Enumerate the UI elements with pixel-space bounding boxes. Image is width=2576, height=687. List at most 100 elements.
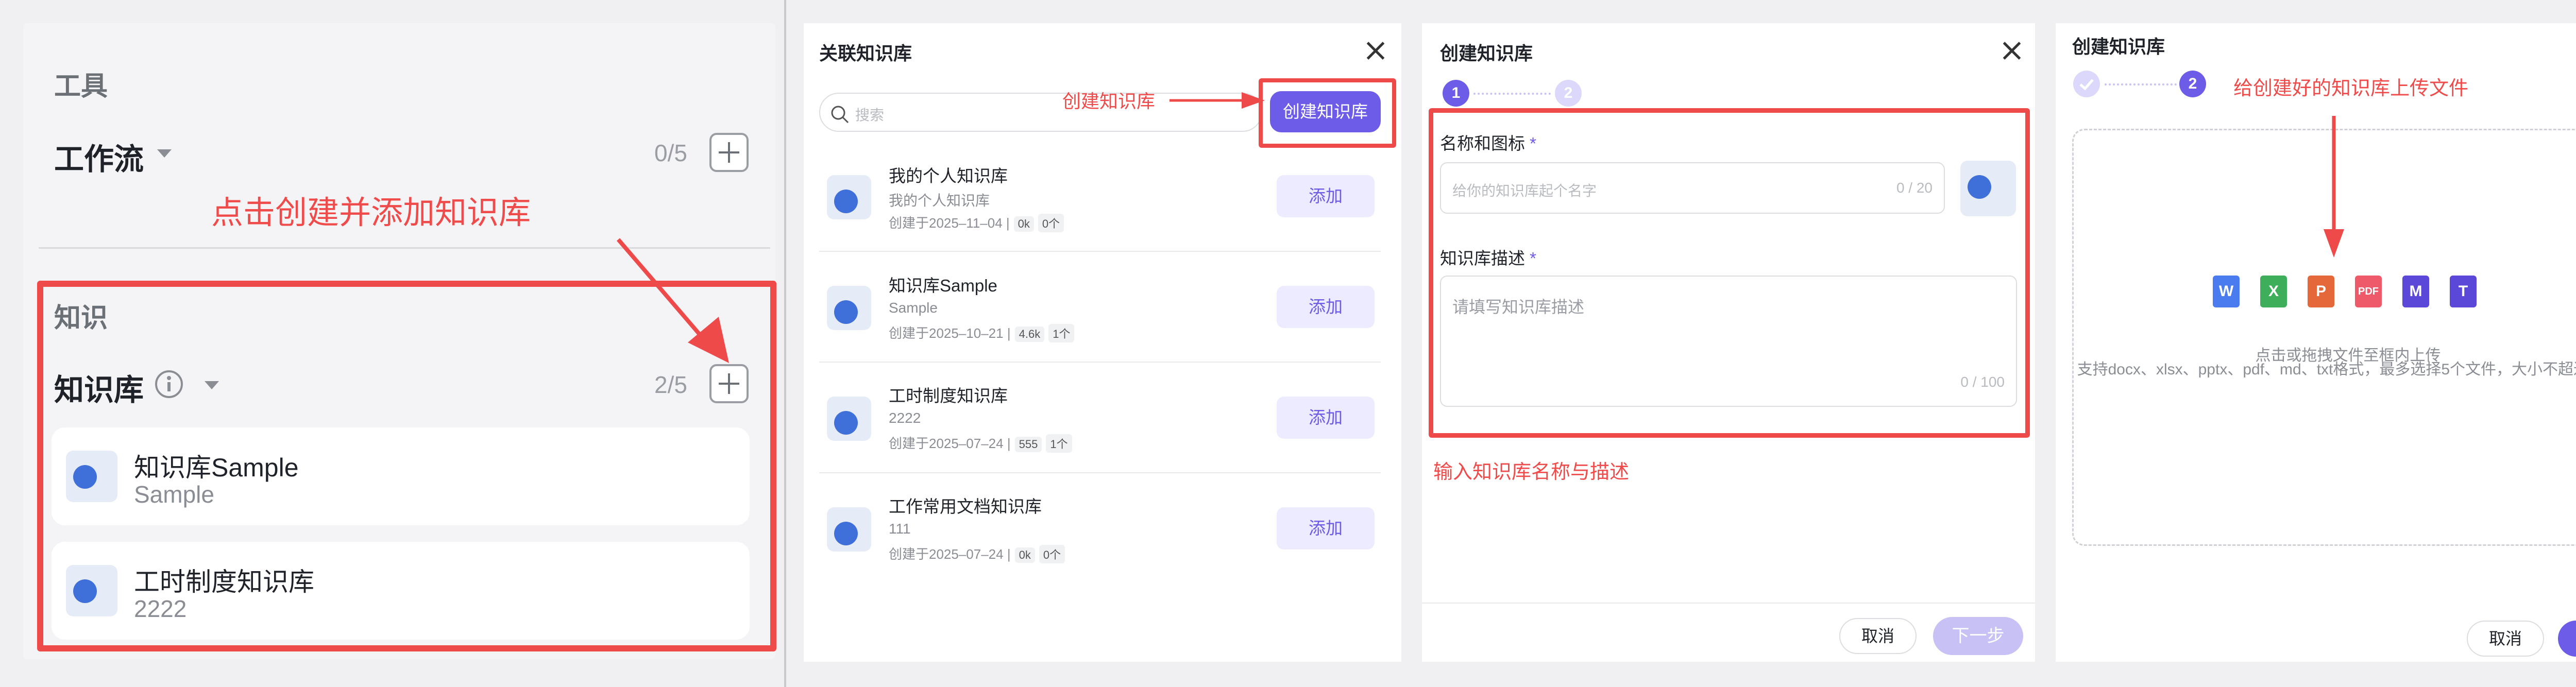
name-input[interactable]: 给你的知识库起个名字 0 / 20 bbox=[1440, 162, 1945, 214]
knowledge-caret-icon[interactable] bbox=[205, 381, 219, 389]
item-desc: 111 bbox=[889, 521, 911, 537]
step-2-indicator: 2 bbox=[1555, 80, 1582, 107]
database-icon bbox=[66, 451, 117, 502]
footer-divider bbox=[1422, 603, 2035, 604]
search-icon bbox=[831, 106, 849, 124]
name-label-text: 名称和图标 bbox=[1440, 134, 1525, 153]
required-mark: * bbox=[1530, 249, 1537, 268]
workflow-count: 0/5 bbox=[654, 140, 687, 166]
desc-placeholder: 请填写知识库描述 bbox=[1452, 298, 1585, 316]
file-icon-letter: PDF bbox=[2358, 286, 2379, 297]
item-tag-count: 1个 bbox=[1048, 324, 1075, 342]
add-button[interactable]: 添加 bbox=[1277, 397, 1375, 439]
item-tag-size: 0k bbox=[1013, 216, 1034, 232]
workflow-caret-icon[interactable] bbox=[157, 149, 172, 158]
kb-card-sub: Sample bbox=[134, 481, 214, 508]
item-meta: 创建于2025–10–21 | 4.6k 1个 bbox=[889, 323, 1075, 342]
name-placeholder: 给你的知识库起个名字 bbox=[1452, 183, 1597, 199]
database-icon bbox=[827, 507, 871, 552]
item-created: 创建于2025–07–24 bbox=[889, 436, 1004, 451]
desc-counter: 0 / 100 bbox=[1960, 374, 2005, 390]
close-icon[interactable] bbox=[2002, 40, 2022, 61]
annotation-arrow-icon bbox=[2324, 116, 2344, 257]
step-connector bbox=[1473, 93, 1551, 95]
step-connector bbox=[2105, 83, 2177, 85]
file-icon-letter: P bbox=[2315, 283, 2326, 300]
row-divider bbox=[819, 251, 1381, 252]
database-icon bbox=[827, 286, 871, 330]
required-mark: * bbox=[1530, 134, 1537, 153]
item-sep: | bbox=[1007, 325, 1011, 341]
annotation-arrow-icon bbox=[1170, 92, 1265, 109]
item-title: 工时制度知识库 bbox=[889, 386, 1008, 405]
row-divider bbox=[819, 472, 1381, 473]
item-sep: | bbox=[1007, 546, 1011, 562]
close-icon[interactable] bbox=[1365, 40, 1386, 61]
ppt-file-icon: P bbox=[2308, 276, 2334, 307]
add-button[interactable]: 添加 bbox=[1277, 286, 1375, 328]
add-knowledge-button[interactable] bbox=[709, 364, 749, 403]
annotation-create-kb: 创建知识库 bbox=[1062, 91, 1156, 112]
item-tag-count: 1个 bbox=[1046, 434, 1072, 453]
kb-card-name: 工时制度知识库 bbox=[134, 568, 314, 596]
dialog-title: 关联知识库 bbox=[819, 43, 912, 64]
knowledge-count: 2/5 bbox=[654, 371, 687, 398]
workflow-title: 工作流 bbox=[54, 143, 144, 176]
item-tag-count: 0个 bbox=[1038, 214, 1064, 232]
desc-label-text: 知识库描述 bbox=[1440, 249, 1525, 268]
knowledge-section-title: 知识 bbox=[54, 303, 108, 333]
step-1-done-icon bbox=[2073, 71, 2100, 97]
word-file-icon: W bbox=[2213, 276, 2240, 307]
item-tag-size: 555 bbox=[1014, 437, 1042, 452]
info-icon[interactable] bbox=[154, 369, 184, 400]
name-label: 名称和图标 * bbox=[1440, 130, 1536, 154]
upload-support-text: 支持docx、xlsx、pptx、pdf、md、txt格式，最多选择5个文件，大… bbox=[2077, 361, 2576, 378]
step-2-indicator: 2 bbox=[2179, 71, 2206, 97]
database-icon bbox=[827, 175, 871, 219]
name-counter: 0 / 20 bbox=[1896, 180, 1933, 196]
item-meta: 创建于2025–07–24 | 555 1个 bbox=[889, 433, 1072, 453]
next-step-button[interactable]: 下一步 bbox=[1933, 617, 2023, 655]
dialog-title: 创建知识库 bbox=[1440, 43, 1533, 64]
annotation-create-add: 点击创建并添加知识库 bbox=[211, 195, 531, 231]
item-created: 创建于2025–10–21 bbox=[889, 325, 1004, 341]
add-button[interactable]: 添加 bbox=[1277, 175, 1375, 217]
item-sep: | bbox=[1007, 436, 1011, 451]
row-divider bbox=[819, 362, 1381, 363]
item-tag-count: 0个 bbox=[1039, 545, 1065, 563]
file-icon-letter: T bbox=[2458, 283, 2468, 300]
annotation-upload: 给创建好的知识库上传文件 bbox=[2233, 78, 2469, 99]
cancel-button[interactable]: 取消 bbox=[1839, 618, 1917, 654]
item-title: 知识库Sample bbox=[889, 276, 997, 295]
dialog-title: 创建知识库 bbox=[2072, 36, 2165, 57]
item-desc: Sample bbox=[889, 300, 938, 316]
add-button[interactable]: 添加 bbox=[1277, 507, 1375, 549]
desc-label: 知识库描述 * bbox=[1440, 245, 1536, 269]
kb-icon-picker[interactable] bbox=[1960, 161, 2016, 216]
annotation-arrow-icon bbox=[616, 238, 729, 363]
create-knowledge-button[interactable]: 创建知识库 bbox=[1270, 91, 1381, 132]
cancel-button[interactable]: 取消 bbox=[2467, 621, 2544, 657]
item-created: 创建于2025–07–24 bbox=[889, 546, 1004, 562]
txt-file-icon: T bbox=[2450, 276, 2477, 307]
tools-section-title: 工具 bbox=[54, 72, 108, 101]
excel-file-icon: X bbox=[2260, 276, 2287, 307]
item-tag-size: 0k bbox=[1014, 547, 1035, 563]
item-tag-size: 4.6k bbox=[1014, 327, 1045, 342]
pdf-file-icon: PDF bbox=[2355, 276, 2382, 307]
search-placeholder: 搜索 bbox=[855, 107, 885, 123]
item-title: 我的个人知识库 bbox=[889, 166, 1008, 185]
description-textarea[interactable]: 请填写知识库描述 0 / 100 bbox=[1440, 276, 2017, 407]
panel-separator bbox=[784, 0, 786, 687]
kb-card-item[interactable]: 工时制度知识库 2222 bbox=[52, 542, 750, 640]
kb-card-item[interactable]: 知识库Sample Sample bbox=[52, 427, 750, 525]
add-workflow-button[interactable] bbox=[709, 133, 749, 172]
step-1-indicator: 1 bbox=[1443, 80, 1469, 107]
knowledge-base-title: 知识库 bbox=[54, 373, 144, 407]
item-title: 工作常用文档知识库 bbox=[889, 497, 1042, 516]
file-icon-letter: M bbox=[2409, 283, 2422, 300]
item-meta: 创建于2025–11–04 | 0k 0个 bbox=[889, 213, 1064, 232]
file-icon-letter: X bbox=[2268, 283, 2279, 300]
item-desc: 2222 bbox=[889, 410, 921, 426]
kb-card-name: 知识库Sample bbox=[134, 453, 299, 482]
